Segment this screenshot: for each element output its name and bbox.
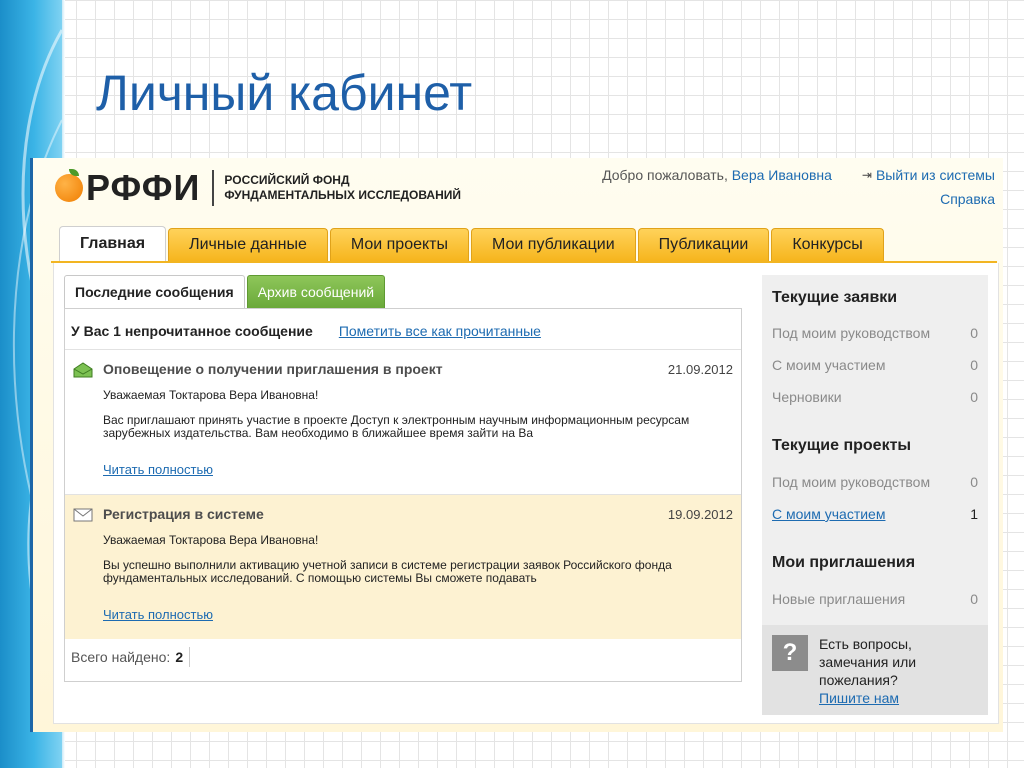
sidebar-row-count: 0 — [970, 357, 978, 373]
write-us-link[interactable]: Пишите нам — [819, 690, 899, 706]
logout-link[interactable]: ⇥ Выйти из системы — [862, 167, 995, 183]
tab-publications[interactable]: Публикации — [637, 228, 770, 261]
message-tabs: Последние сообщения Архив сообщений — [64, 275, 386, 308]
sidebar-row-label: Черновики — [772, 389, 842, 405]
tab-my-projects[interactable]: Мои проекты — [329, 228, 469, 261]
user-header: Добро пожаловать, Вера Ивановна ⇥ Выйти … — [602, 167, 995, 207]
orange-logo-icon — [55, 169, 83, 202]
total-found: Всего найдено: 2 — [71, 647, 191, 667]
sidebar-row-label: Под моим руководством — [772, 325, 931, 341]
my-invitations-title: Мои приглашения — [772, 554, 916, 571]
pager-divider — [189, 647, 191, 667]
sidebar-row: Новые приглашения 0 — [772, 591, 978, 607]
unread-count-text: У Вас 1 непрочитанное сообщение — [71, 323, 313, 339]
sidebar-row-count: 0 — [970, 591, 978, 607]
help-link[interactable]: Справка — [602, 191, 995, 207]
tab-personal-data[interactable]: Личные данные — [168, 228, 328, 261]
logo-text: РФФИ — [86, 167, 201, 208]
sidebar-row: С моим участием 1 — [772, 506, 978, 522]
message-greeting: Уважаемая Токтарова Вера Ивановна! — [103, 533, 319, 547]
main-nav: Главная Личные данные Мои проекты Мои пу… — [59, 226, 884, 261]
message-date: 21.09.2012 — [667, 362, 733, 377]
tab-main[interactable]: Главная — [59, 226, 167, 261]
message-body: Вы успешно выполнили активацию учетной з… — [103, 558, 672, 585]
sidebar-row-count: 1 — [970, 506, 978, 522]
read-more-link[interactable]: Читать полностью — [103, 607, 213, 622]
sidebar-row-count: 0 — [970, 325, 978, 341]
sidebar-row: Черновики 0 — [772, 389, 978, 405]
message-date: 19.09.2012 — [667, 507, 733, 522]
logout-icon: ⇥ — [861, 168, 872, 182]
feedback-prompt: Есть вопросы, замечания или пожелания? — [819, 636, 917, 688]
tab-contests[interactable]: Конкурсы — [771, 228, 884, 261]
message-body: Вас приглашают принять участие в проекте… — [103, 413, 690, 440]
logo-full-line1: РОССИЙСКИЙ ФОНД — [224, 173, 350, 187]
current-projects-title: Текущие проекты — [772, 437, 912, 454]
message-list: У Вас 1 непрочитанное сообщение Пометить… — [64, 308, 742, 682]
message-greeting: Уважаемая Токтарова Вера Ивановна! — [103, 388, 319, 402]
user-name-link[interactable]: Вера Ивановна — [732, 167, 832, 183]
list-item: Оповещение о получении приглашения в про… — [65, 349, 741, 494]
read-more-link[interactable]: Читать полностью — [103, 462, 213, 477]
tab-message-archive[interactable]: Архив сообщений — [246, 275, 386, 308]
sidebar-row: Под моим руководством 0 — [772, 325, 978, 341]
sidebar-row-label: С моим участием — [772, 357, 886, 373]
closed-envelope-icon — [73, 508, 93, 522]
sidebar-row-count: 0 — [970, 474, 978, 490]
welcome-label: Добро пожаловать, — [602, 167, 728, 183]
leaf-icon — [69, 169, 79, 176]
tab-my-publications[interactable]: Мои публикации — [471, 228, 636, 261]
sidebar-row-label: Новые приглашения — [772, 591, 906, 607]
feedback-text: Есть вопросы, замечания или пожелания? П… — [819, 635, 979, 707]
current-applications-title: Текущие заявки — [772, 289, 898, 306]
sidebar: Текущие заявки Под моим руководством 0 С… — [762, 275, 988, 715]
unread-bar: У Вас 1 непрочитанное сообщение Пометить… — [71, 323, 541, 339]
total-found-label: Всего найдено: — [71, 649, 171, 665]
logout-label: Выйти из системы — [875, 167, 995, 183]
content-panel: Последние сообщения Архив сообщений У Ва… — [53, 263, 999, 724]
site-logo[interactable]: РФФИ РОССИЙСКИЙ ФОНД ФУНДАМЕНТАЛЬНЫХ ИСС… — [55, 167, 461, 208]
tab-recent-messages[interactable]: Последние сообщения — [64, 275, 245, 308]
site-screenshot: РФФИ РОССИЙСКИЙ ФОНД ФУНДАМЕНТАЛЬНЫХ ИСС… — [30, 158, 1003, 732]
message-title[interactable]: Регистрация в системе — [103, 506, 264, 522]
list-item: Регистрация в системе 19.09.2012 Уважаем… — [65, 494, 741, 639]
feedback-box: ? Есть вопросы, замечания или пожелания?… — [762, 625, 988, 715]
sidebar-row: С моим участием 0 — [772, 357, 978, 373]
open-envelope-icon — [73, 362, 93, 378]
message-title[interactable]: Оповещение о получении приглашения в про… — [103, 361, 443, 377]
welcome-text: Добро пожаловать, Вера Ивановна — [602, 167, 832, 183]
logo-divider — [212, 170, 215, 206]
mark-all-read-link[interactable]: Пометить все как прочитанные — [339, 323, 541, 339]
sidebar-row-count: 0 — [970, 389, 978, 405]
slide-title: Личный кабинет — [96, 65, 473, 121]
sidebar-row: Под моим руководством 0 — [772, 474, 978, 490]
total-found-count: 2 — [175, 649, 184, 665]
sidebar-row-label: Под моим руководством — [772, 474, 931, 490]
participation-projects-link[interactable]: С моим участием — [772, 506, 885, 522]
question-icon: ? — [772, 635, 808, 671]
logo-full-name: РОССИЙСКИЙ ФОНД ФУНДАМЕНТАЛЬНЫХ ИССЛЕДОВ… — [224, 173, 461, 203]
logo-full-line2: ФУНДАМЕНТАЛЬНЫХ ИССЛЕДОВАНИЙ — [224, 188, 461, 202]
